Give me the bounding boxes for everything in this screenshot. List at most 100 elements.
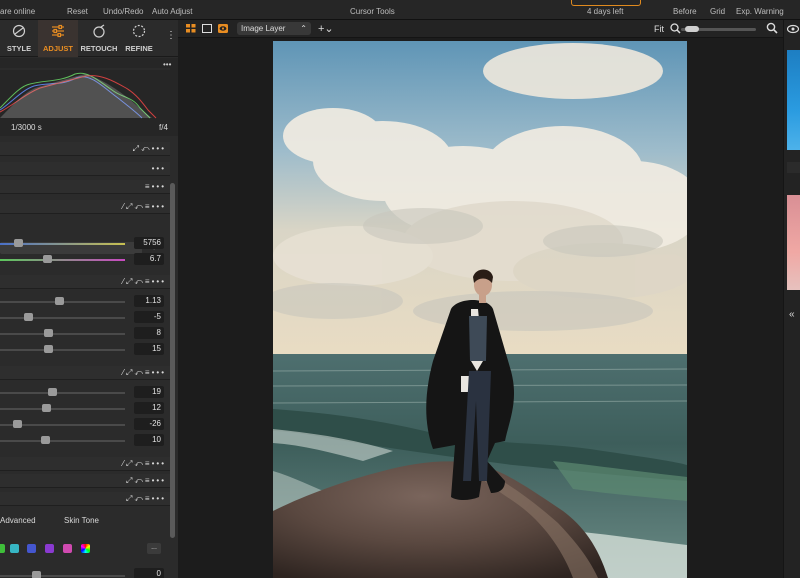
color-editor-advanced-tab[interactable]: Advanced xyxy=(0,516,36,525)
hdr-value[interactable]: 19 xyxy=(134,386,164,398)
exposure-slider[interactable] xyxy=(0,344,125,356)
white-balance-actions-icon[interactable]: ⁄⤢↶≡••• xyxy=(123,202,166,212)
layer-select-chevron-icon: ⌃ xyxy=(300,24,307,33)
collapse-panel-icon[interactable]: « xyxy=(789,309,795,320)
exposure-track xyxy=(0,333,125,335)
buy-button[interactable] xyxy=(571,0,641,6)
share-online-label[interactable]: are online xyxy=(0,7,35,16)
thumbnail-2[interactable] xyxy=(787,195,800,290)
exposure-knob[interactable] xyxy=(24,313,33,321)
clarity-actions-icon[interactable]: ⁄⤢↶≡••• xyxy=(123,459,166,469)
layers-menu-icon[interactable]: ••• xyxy=(152,164,166,173)
shutter-speed: 1/3000 s xyxy=(11,123,42,132)
tab-adjust[interactable]: ADJUST xyxy=(38,20,78,57)
hdr-actions-icon[interactable]: ⁄⤢↶≡••• xyxy=(123,368,166,378)
hdr-value[interactable]: 10 xyxy=(134,434,164,446)
color-editor-slider[interactable] xyxy=(0,570,125,578)
style-icon xyxy=(12,24,26,38)
hdr-value[interactable]: -26 xyxy=(134,418,164,430)
hdr-knob[interactable] xyxy=(48,388,57,396)
swatch-purple[interactable] xyxy=(45,544,54,553)
main-photo[interactable] xyxy=(273,41,687,578)
tool-header-color-editor: ⤢↶≡••• xyxy=(0,492,170,506)
auto-adjust-button[interactable]: Auto Adjust xyxy=(152,7,192,16)
zoom-slider-thumb[interactable] xyxy=(685,26,699,32)
refine-icon xyxy=(132,24,146,38)
exposure-slider[interactable] xyxy=(0,328,125,340)
tab-style[interactable]: STYLE xyxy=(0,20,38,57)
hdr-knob[interactable] xyxy=(42,404,51,412)
layer-select[interactable]: Image Layer ⌃ xyxy=(237,22,311,35)
layer-select-value: Image Layer xyxy=(241,24,286,33)
exposure-value[interactable]: 1.13 xyxy=(134,295,164,307)
preview-eye-icon[interactable] xyxy=(218,24,228,33)
grid-button[interactable]: Grid xyxy=(710,7,725,16)
exposure-actions-icon[interactable]: ⁄⤢↶≡••• xyxy=(123,277,166,287)
sliders-icon xyxy=(52,24,64,38)
swatch-cyan[interactable] xyxy=(10,544,19,553)
exposure-knob[interactable] xyxy=(44,329,53,337)
exposure-value[interactable]: 15 xyxy=(134,343,164,355)
fit-button[interactable]: Fit xyxy=(654,24,664,34)
single-view-icon[interactable] xyxy=(202,24,212,33)
color-editor-knob[interactable] xyxy=(32,571,41,578)
tools-scrollbar-thumb[interactable] xyxy=(170,183,175,538)
hdr-knob[interactable] xyxy=(41,436,50,444)
hdr-slider[interactable] xyxy=(0,419,125,431)
kelvin-slider[interactable] xyxy=(0,238,125,250)
kelvin-value[interactable]: 5756 xyxy=(134,237,164,249)
thumbnail-1[interactable] xyxy=(787,50,800,150)
tab-retouch-label: RETOUCH xyxy=(80,44,118,53)
tint-knob[interactable] xyxy=(43,255,52,263)
swatch-blue[interactable] xyxy=(27,544,36,553)
reset-button[interactable]: Reset xyxy=(67,7,88,16)
base-menu-icon[interactable]: ≡••• xyxy=(145,182,166,191)
add-layer-icon[interactable]: +⌄ xyxy=(318,22,334,35)
exposure-slider[interactable] xyxy=(0,296,125,308)
hdr-value[interactable]: 12 xyxy=(134,402,164,414)
exposure-knob[interactable] xyxy=(55,297,64,305)
histogram-panel: ••• 1/3000 s f/4 xyxy=(0,58,178,136)
before-button[interactable]: Before xyxy=(673,7,697,16)
tool-tabs: STYLE ADJUST RETOUCH REFINE ⋮ xyxy=(0,20,178,57)
tab-style-label: STYLE xyxy=(6,44,32,53)
hdr-track xyxy=(0,392,125,394)
color-editor-skin-tone-tab[interactable]: Skin Tone xyxy=(64,516,99,525)
viewer-toolbar: Image Layer ⌃ +⌄ Fit xyxy=(178,20,783,38)
tool-header-base: ≡••• xyxy=(0,180,170,194)
exposure-slider[interactable] xyxy=(0,312,125,324)
tabs-more-icon[interactable]: ⋮ xyxy=(166,30,176,41)
browser-filmstrip: « xyxy=(783,20,800,578)
grid-view-icon[interactable] xyxy=(186,24,196,33)
color-editor-more-button[interactable]: ... xyxy=(147,543,161,554)
tool-header-clarity: ⁄⤢↶≡••• xyxy=(0,457,170,471)
exposure-knob[interactable] xyxy=(44,345,53,353)
group-actions-icon[interactable]: ⤢↶••• xyxy=(133,144,166,154)
hdr-slider[interactable] xyxy=(0,387,125,399)
exposure-value[interactable]: -5 xyxy=(134,311,164,323)
exposure-warning-button[interactable]: Exp. Warning xyxy=(736,7,784,16)
swatch-magenta[interactable] xyxy=(63,544,72,553)
color-editor-value[interactable]: 0 xyxy=(134,568,164,578)
hdr-knob[interactable] xyxy=(13,420,22,428)
vignette-actions-icon[interactable]: ⤢↶≡••• xyxy=(126,476,166,486)
tools-panel: STYLE ADJUST RETOUCH REFINE ⋮ ••• 1/3000… xyxy=(0,20,178,578)
viewer-search-icon[interactable] xyxy=(766,22,778,34)
hdr-slider[interactable] xyxy=(0,435,125,447)
tint-value[interactable]: 6.7 xyxy=(134,253,164,265)
zoom-icon[interactable] xyxy=(670,23,681,34)
exposure-value[interactable]: 8 xyxy=(134,327,164,339)
hdr-slider[interactable] xyxy=(0,403,125,415)
tab-adjust-label: ADJUST xyxy=(42,44,73,53)
swatch-green[interactable] xyxy=(0,544,5,553)
undo-redo-button[interactable]: Undo/Redo xyxy=(103,7,143,16)
tab-retouch[interactable]: RETOUCH xyxy=(78,20,120,57)
tab-refine[interactable]: REFINE xyxy=(120,20,158,57)
color-editor-actions-icon[interactable]: ⤢↶≡••• xyxy=(126,494,166,504)
swatch-all-colors[interactable] xyxy=(81,544,90,553)
hdr-track xyxy=(0,408,125,410)
tool-header-layers: ••• xyxy=(0,162,170,176)
kelvin-knob[interactable] xyxy=(14,239,23,247)
tint-slider[interactable] xyxy=(0,254,125,266)
eye-icon[interactable] xyxy=(787,24,799,34)
